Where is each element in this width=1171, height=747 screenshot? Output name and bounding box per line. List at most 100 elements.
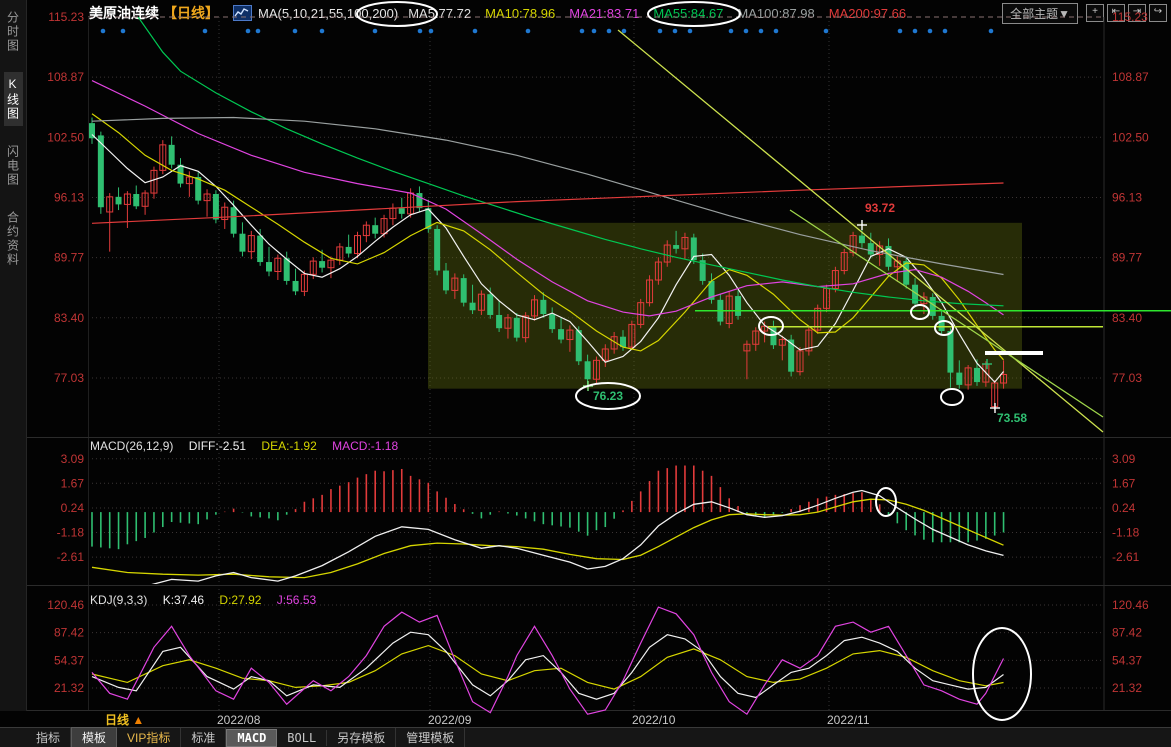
svg-text:54.37: 54.37 (1112, 653, 1142, 667)
svg-text:-2.61: -2.61 (57, 550, 85, 564)
candles-layer (89, 117, 1007, 410)
event-dot (913, 29, 918, 34)
svg-text:96.13: 96.13 (1112, 191, 1142, 205)
svg-text:1.67: 1.67 (1112, 476, 1136, 490)
window-buttons: +⇤⇥↪ (1086, 4, 1167, 22)
theme-dropdown-button[interactable]: 全部主题▼ (1002, 3, 1078, 24)
event-dot (580, 29, 585, 34)
bottom-tab-bar: 指标模板VIP指标标准MACDBOLL另存模板管理模板 (0, 727, 1171, 747)
chart-canvas: 115.23115.23108.87108.87102.50102.5096.1… (0, 0, 1171, 747)
kdj-j-value: J:56.53 (277, 593, 316, 607)
svg-text:73.58: 73.58 (997, 411, 1027, 425)
kdj-d-value: D:27.92 (219, 593, 261, 607)
kdj-panel-header: KDJ(9,3,3) K:37.46 D:27.92 J:56.53 (90, 593, 328, 607)
ma-line-MA5 (92, 135, 1004, 383)
compress-right-button[interactable]: ⇥ (1128, 4, 1146, 22)
event-dot (759, 29, 764, 34)
macd-panel-header: MACD(26,12,9) DIFF:-2.51 DEA:-1.92 MACD:… (90, 439, 410, 453)
svg-text:102.50: 102.50 (1112, 130, 1149, 144)
svg-text:77.03: 77.03 (1112, 371, 1142, 385)
sidebar-item-3[interactable]: 合约资料 (4, 206, 23, 272)
svg-text:83.40: 83.40 (1112, 311, 1142, 325)
hand-drawn-circle (941, 389, 963, 405)
event-dot (989, 29, 994, 34)
svg-text:89.77: 89.77 (54, 251, 84, 265)
svg-text:0.24: 0.24 (61, 501, 85, 515)
svg-text:21.32: 21.32 (1112, 681, 1142, 695)
sidebar-item-0[interactable]: 分时图 (4, 6, 23, 58)
event-dot (673, 29, 678, 34)
svg-text:3.09: 3.09 (61, 452, 85, 466)
ma-line-MA55 (136, 14, 1003, 305)
macd-title: MACD(26,12,9) (90, 439, 173, 453)
hand-drawn-circle (935, 321, 953, 335)
ma-line-MA21 (92, 81, 1004, 316)
svg-text:0.24: 0.24 (1112, 501, 1136, 515)
macd-layer (92, 466, 1004, 590)
ma-value-4: MA100:87.98 (737, 6, 814, 21)
event-dot (928, 29, 933, 34)
event-dot (246, 29, 251, 34)
event-dot (607, 29, 612, 34)
macd-macd-value: MACD:-1.18 (332, 439, 398, 453)
ma-legend: MA5:77.72MA10:78.96MA21:83.71MA55:84.67M… (408, 6, 906, 21)
chart-header: 美原油连续 【日线】 MA(5,10,21,55,100,200) MA5:77… (27, 0, 1167, 26)
event-dot (526, 29, 531, 34)
x-axis-row: 日线 ▲ (27, 711, 1171, 727)
svg-text:83.40: 83.40 (54, 311, 84, 325)
svg-text:87.42: 87.42 (54, 626, 84, 640)
period-selector[interactable]: 日线 ▲ (105, 711, 144, 728)
event-dot (101, 29, 106, 34)
ma-value-5: MA200:97.66 (829, 6, 906, 21)
ma-line-MA100 (92, 118, 1004, 275)
kdj-layer (92, 607, 1004, 714)
event-dot (744, 29, 749, 34)
bottom-tab-5[interactable]: BOLL (277, 730, 327, 746)
hand-drawn-circle (973, 628, 1031, 720)
bottom-tab-0[interactable]: 指标 (26, 728, 71, 747)
event-dot (898, 29, 903, 34)
event-dot (256, 29, 261, 34)
bottom-tab-4[interactable]: MACD (226, 729, 277, 747)
event-dot (320, 29, 325, 34)
pan-button[interactable]: + (1086, 4, 1104, 22)
period-selector-label: 日线 (105, 713, 129, 727)
svg-text:108.87: 108.87 (47, 70, 84, 84)
kdj-k-value: K:37.46 (163, 593, 204, 607)
svg-text:93.72: 93.72 (865, 201, 895, 215)
bottom-tab-2[interactable]: VIP指标 (117, 728, 181, 747)
sidebar-item-2[interactable]: 闪电图 (4, 140, 23, 192)
event-dot (658, 29, 663, 34)
bottom-tab-3[interactable]: 标准 (181, 728, 226, 747)
svg-text:-2.61: -2.61 (1112, 550, 1140, 564)
ma-value-2: MA21:83.71 (569, 6, 639, 21)
hand-drawn-circle (576, 383, 640, 409)
sidebar-item-1[interactable]: K线图 (4, 72, 23, 126)
hand-drawn-circle (876, 488, 896, 516)
svg-text:87.42: 87.42 (1112, 626, 1142, 640)
svg-text:120.46: 120.46 (47, 598, 84, 612)
period-tag: 【日线】 (163, 3, 219, 23)
svg-text:21.32: 21.32 (54, 681, 84, 695)
bottom-tab-1[interactable]: 模板 (71, 727, 117, 747)
event-dot (418, 29, 423, 34)
export-button[interactable]: ↪ (1149, 4, 1167, 22)
ma-line-MA10 (92, 114, 1004, 360)
compress-left-button[interactable]: ⇤ (1107, 4, 1125, 22)
svg-text:-1.18: -1.18 (1112, 525, 1140, 539)
svg-text:96.13: 96.13 (54, 191, 84, 205)
ma-value-3: MA55:84.67 (653, 6, 723, 21)
bottom-tab-6[interactable]: 另存模板 (327, 728, 396, 747)
svg-text:-1.18: -1.18 (57, 525, 85, 539)
ma-value-1: MA10:78.96 (485, 6, 555, 21)
ma-settings-label: MA(5,10,21,55,100,200) (258, 6, 398, 21)
hand-drawn-circle (911, 305, 929, 319)
event-dot (774, 29, 779, 34)
bottom-tab-7[interactable]: 管理模板 (396, 728, 465, 747)
event-dot (943, 29, 948, 34)
event-dot (293, 29, 298, 34)
svg-text:54.37: 54.37 (54, 653, 84, 667)
svg-text:1.67: 1.67 (61, 476, 85, 490)
ma-line-MA200 (92, 183, 1004, 223)
event-dot (373, 29, 378, 34)
